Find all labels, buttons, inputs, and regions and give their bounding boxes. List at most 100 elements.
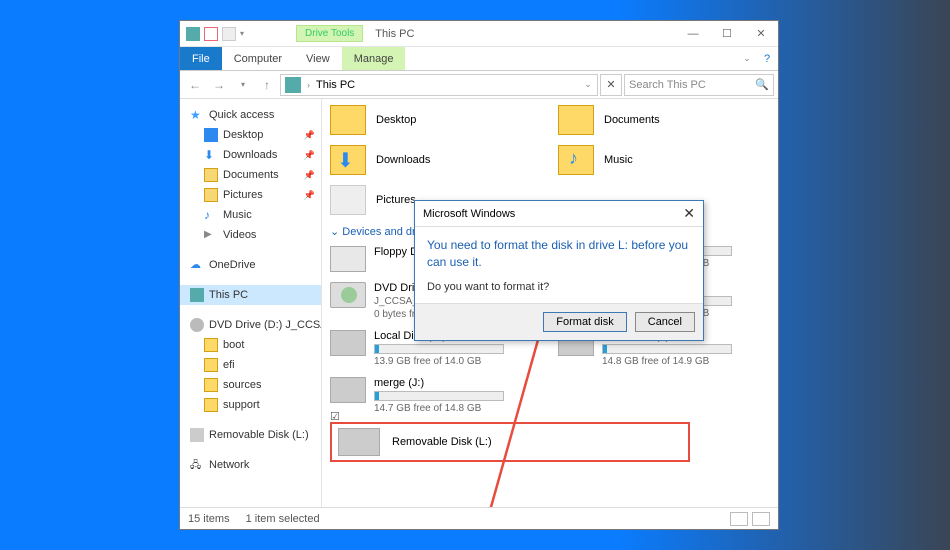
music-folder-icon: [558, 145, 594, 175]
removable-disk-icon: [338, 428, 380, 456]
videos-icon: [204, 228, 218, 242]
status-bar: 15 items 1 item selected: [180, 507, 778, 529]
sidebar-sources[interactable]: sources: [180, 375, 321, 395]
removable-disk-icon: [190, 428, 204, 442]
onedrive-icon: [190, 258, 204, 272]
drive-tools-tab[interactable]: Drive Tools: [296, 25, 363, 42]
desktop-icon: [204, 128, 218, 142]
help-icon[interactable]: ?: [756, 47, 778, 70]
maximize-button[interactable]: ☐: [710, 21, 744, 47]
folder-icon: [204, 398, 218, 412]
dialog-sub-text: Do you want to format it?: [427, 281, 691, 293]
view-details-button[interactable]: [730, 512, 748, 526]
view-icons-button[interactable]: [752, 512, 770, 526]
network-icon: [190, 458, 204, 472]
sidebar-dvd-drive[interactable]: DVD Drive (D:) J_CCSA_…: [180, 315, 321, 335]
window-title: This PC: [375, 28, 676, 40]
close-button[interactable]: ✕: [744, 21, 778, 47]
forward-button[interactable]: →: [208, 74, 230, 96]
sidebar-boot[interactable]: boot: [180, 335, 321, 355]
music-icon: [204, 208, 218, 222]
drive-label: Removable Disk (L:): [392, 436, 492, 448]
folder-documents[interactable]: Documents: [558, 105, 758, 135]
sidebar-efi[interactable]: efi: [180, 355, 321, 375]
minimize-button[interactable]: —: [676, 21, 710, 47]
new-folder-icon[interactable]: [222, 27, 236, 41]
sidebar-quick-access[interactable]: Quick access: [180, 105, 321, 125]
sidebar-documents[interactable]: Documents📌: [180, 165, 321, 185]
folder-icon: [204, 338, 218, 352]
chevron-right-icon[interactable]: ›: [305, 80, 312, 90]
downloads-folder-icon: [330, 145, 366, 175]
documents-icon: [204, 168, 218, 182]
tab-computer[interactable]: Computer: [222, 47, 294, 70]
sidebar-desktop[interactable]: Desktop📌: [180, 125, 321, 145]
pc-icon: [186, 27, 200, 41]
quick-access-toolbar: ▾: [180, 27, 250, 41]
sidebar-videos[interactable]: Videos: [180, 225, 321, 245]
breadcrumb[interactable]: This PC: [312, 79, 359, 91]
star-icon: [190, 108, 204, 122]
folder-icon: [204, 378, 218, 392]
folder-desktop[interactable]: Desktop: [330, 105, 530, 135]
qat-dropdown-icon[interactable]: ▾: [240, 29, 244, 38]
dialog-titlebar: Microsoft Windows ✕: [415, 201, 703, 227]
folder-music[interactable]: Music: [558, 145, 758, 175]
drive-j[interactable]: merge (J:)14.7 GB free of 14.8 GB: [330, 377, 530, 414]
sidebar-removable-disk[interactable]: Removable Disk (L:): [180, 425, 321, 445]
folder-downloads[interactable]: Downloads: [330, 145, 530, 175]
pin-icon: 📌: [304, 130, 315, 141]
tab-view[interactable]: View: [294, 47, 342, 70]
pictures-icon: [204, 188, 218, 202]
sidebar-downloads[interactable]: Downloads📌: [180, 145, 321, 165]
tab-manage[interactable]: Manage: [342, 47, 406, 70]
pin-icon: 📌: [304, 190, 315, 201]
checkbox-icon[interactable]: ☑: [330, 410, 340, 423]
refresh-button[interactable]: ✕: [600, 74, 622, 96]
properties-icon[interactable]: [204, 27, 218, 41]
back-button[interactable]: ←: [184, 74, 206, 96]
pc-icon: [190, 288, 204, 302]
search-placeholder: Search This PC: [629, 79, 706, 91]
up-button[interactable]: ↑: [256, 74, 278, 96]
drive-removable-l[interactable]: ☑ Removable Disk (L:): [330, 422, 690, 462]
sidebar-pictures[interactable]: Pictures📌: [180, 185, 321, 205]
folder-icon: [330, 105, 366, 135]
item-count: 15 items: [188, 513, 230, 525]
titlebar: ▾ Drive Tools This PC — ☐ ✕: [180, 21, 778, 47]
search-input[interactable]: Search This PC 🔍: [624, 74, 774, 96]
ribbon-collapse-icon[interactable]: ⌄: [738, 47, 756, 70]
selection-count: 1 item selected: [246, 513, 320, 525]
folder-icon: [558, 105, 594, 135]
pc-icon: [285, 77, 301, 93]
dialog-title: Microsoft Windows: [423, 208, 515, 220]
sidebar-music[interactable]: Music: [180, 205, 321, 225]
dialog-close-button[interactable]: ✕: [683, 205, 695, 222]
sidebar-support[interactable]: support: [180, 395, 321, 415]
pictures-folder-icon: [330, 185, 366, 215]
folder-icon: [204, 358, 218, 372]
ribbon-tabs: File Computer View Manage ⌄ ?: [180, 47, 778, 71]
drive-icon: [330, 377, 366, 403]
recent-dropdown-icon[interactable]: ▾: [232, 74, 254, 96]
download-icon: [204, 148, 218, 162]
pin-icon: 📌: [304, 150, 315, 161]
pin-icon: 📌: [304, 170, 315, 181]
sidebar-network[interactable]: Network: [180, 455, 321, 475]
address-bar[interactable]: › This PC ⌄: [280, 74, 598, 96]
dvd-icon: [190, 318, 204, 332]
dialog-main-text: You need to format the disk in drive L: …: [427, 237, 691, 271]
navigation-pane: Quick access Desktop📌 Downloads📌 Documen…: [180, 99, 322, 507]
sidebar-onedrive[interactable]: OneDrive: [180, 255, 321, 275]
dvd-icon: [330, 282, 366, 308]
address-dropdown-icon[interactable]: ⌄: [579, 79, 597, 90]
sidebar-this-pc[interactable]: This PC: [180, 285, 321, 305]
search-icon: 🔍: [755, 78, 769, 91]
tab-file[interactable]: File: [180, 47, 222, 70]
navigation-bar: ← → ▾ ↑ › This PC ⌄ ✕ Search This PC 🔍: [180, 71, 778, 99]
drive-icon: [330, 330, 366, 356]
format-disk-dialog: Microsoft Windows ✕ You need to format t…: [414, 200, 704, 341]
format-disk-button[interactable]: Format disk: [543, 312, 626, 332]
floppy-icon: [330, 246, 366, 272]
cancel-button[interactable]: Cancel: [635, 312, 695, 332]
